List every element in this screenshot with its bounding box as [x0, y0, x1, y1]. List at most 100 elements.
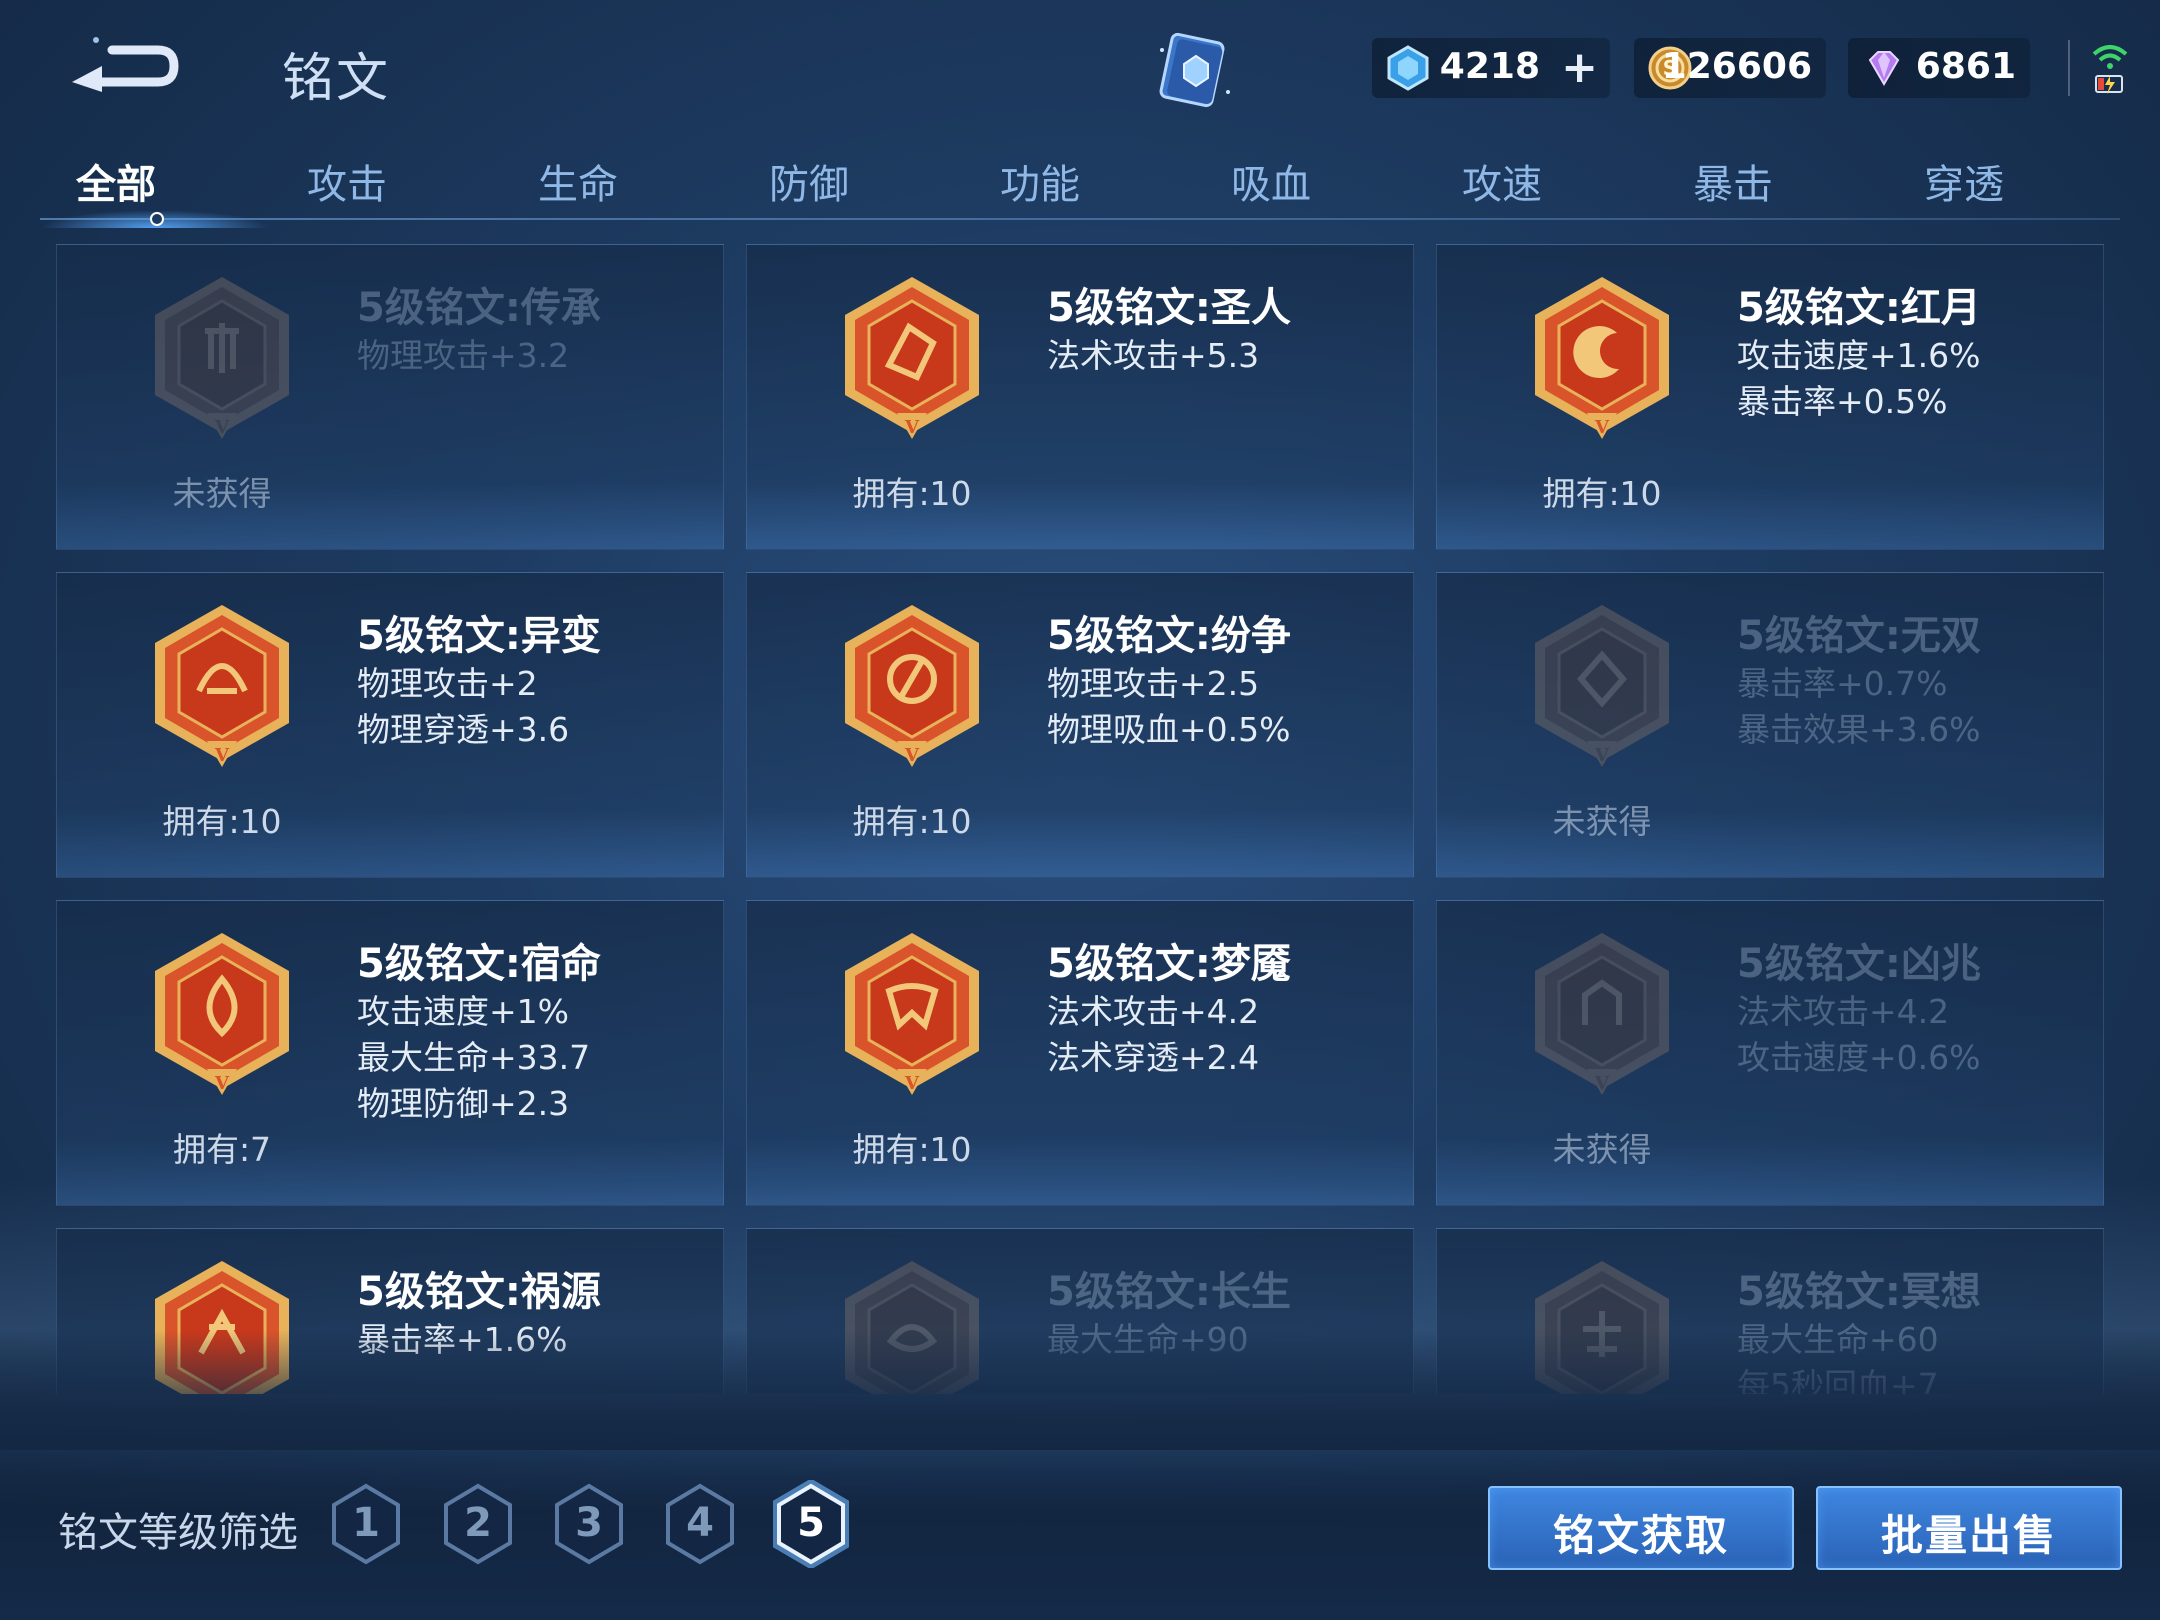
chuancheng-rune-icon: V: [147, 273, 297, 443]
tab-1[interactable]: 攻击: [272, 152, 422, 210]
level-filter-1[interactable]: 1: [328, 1480, 404, 1568]
rune-stat-line: 最大生命+33.7: [357, 1038, 591, 1077]
tab-3[interactable]: 防御: [734, 152, 884, 210]
gem-currency: 6861: [1848, 38, 2030, 98]
rune-owned-count: 未获得: [172, 474, 272, 513]
fenzheng-rune-icon: V: [837, 601, 987, 771]
tab-7[interactable]: 暴击: [1658, 152, 1808, 210]
rune-owned-count: 拥有:10: [162, 802, 282, 841]
rune-card[interactable]: V 5级铭文:异变物理攻击+2 物理穿透+3.6 拥有:10: [56, 572, 724, 878]
rune-name: 5级铭文:冥想: [1737, 1269, 1981, 1315]
rune-owned-count: 拥有:10: [852, 474, 972, 513]
bulk-sell-label: 批量出售: [1880, 1511, 2057, 1560]
rune-stats: 法术攻击+5.3: [1047, 333, 1259, 379]
rune-card[interactable]: V 5级铭文:宿命 攻击速度+1% 最大生命+33.7 物理防御+2.3 拥有:7: [56, 900, 724, 1206]
hongyue-rune-icon: V: [1527, 273, 1677, 443]
wifi-battery-icon: [2092, 45, 2128, 94]
tab-8[interactable]: 穿透: [1889, 152, 2039, 210]
rune-stats: 法术攻击+4.2 攻击速度+0.6%: [1737, 989, 1981, 1081]
rune-stats: 法术攻击+4.2 法术穿透+2.4: [1047, 989, 1259, 1081]
back-arrow-icon[interactable]: [62, 30, 180, 100]
level-number: 5: [797, 1500, 825, 1546]
svg-text:V: V: [904, 1073, 920, 1094]
rune-card[interactable]: V 5级铭文:圣人 法术攻击+5.3 拥有:10: [746, 244, 1414, 550]
rune-name: 5级铭文:异变: [357, 613, 601, 659]
svg-text:V: V: [1594, 1073, 1610, 1094]
gem-icon: [1868, 51, 1900, 86]
level-filter-label: 铭文等级筛选: [58, 1510, 298, 1556]
rune-stat-line: 物理攻击+2.5: [1047, 664, 1260, 703]
svg-text:V: V: [1594, 745, 1610, 766]
rune-stat-line: 物理吸血+0.5%: [1047, 710, 1291, 749]
tab-6[interactable]: 攻速: [1427, 152, 1577, 210]
rune-owned-count: 拥有:10: [852, 802, 972, 841]
rune-name: 5级铭文:纷争: [1047, 613, 1291, 659]
rune-stat-line: 物理穿透+3.6: [357, 710, 570, 749]
rune-stat-line: 暴击率+0.5%: [1737, 382, 1948, 421]
svg-text:V: V: [904, 417, 920, 438]
level-filter-2[interactable]: 2: [440, 1480, 516, 1568]
rune-owned-count: 拥有:10: [852, 1130, 972, 1169]
rune-book-icon[interactable]: [1148, 28, 1240, 114]
gold-count: 126606: [1661, 46, 1812, 87]
rune-name: 5级铭文:圣人: [1047, 285, 1291, 331]
rune-stats: 攻击速度+1% 最大生命+33.7 物理防御+2.3: [357, 989, 590, 1127]
rune-card[interactable]: V 5级铭文:凶兆法术攻击+4.2 攻击速度+0.6% 未获得: [1436, 900, 2104, 1206]
tab-0[interactable]: 全部: [41, 152, 191, 210]
tab-2[interactable]: 生命: [503, 152, 653, 210]
rune-grid: V 5级铭文:传承物理攻击+3.2 未获得 V 5级铭文:圣人 法术攻击+5.3 拥有:10…: [56, 244, 2106, 1394]
shengren-rune-icon: V: [837, 273, 987, 443]
rune-stat-line: 法术穿透+2.4: [1047, 1038, 1260, 1077]
grid-fade: [0, 1330, 2160, 1450]
svg-text:V: V: [214, 745, 230, 766]
rune-card[interactable]: V 5级铭文:纷争物理攻击+2.5 物理吸血+0.5% 拥有:10: [746, 572, 1414, 878]
rune-stat-line: 暴击率+0.7%: [1737, 664, 1948, 703]
svg-text:V: V: [214, 417, 230, 438]
rune-name: 5级铭文:无双: [1737, 613, 1981, 659]
diamond-icon: [1387, 45, 1429, 91]
gold-currency: S 126606: [1634, 38, 1826, 98]
level-number: 3: [575, 1500, 603, 1546]
level-number: 2: [464, 1500, 492, 1546]
level-filter-3[interactable]: 3: [551, 1480, 627, 1568]
rune-stat-line: 物理攻击+2: [357, 664, 538, 703]
rune-card[interactable]: V 5级铭文:红月 攻击速度+1.6% 暴击率+0.5% 拥有:10: [1436, 244, 2104, 550]
mengyan-rune-icon: V: [837, 929, 987, 1099]
bulk-sell-button[interactable]: 批量出售: [1816, 1486, 2122, 1570]
rune-owned-count: 未获得: [1552, 802, 1652, 841]
diamond-count: 4218: [1439, 46, 1540, 87]
rune-stats: 物理攻击+3.2: [357, 333, 569, 379]
rune-card[interactable]: V 5级铭文:无双暴击率+0.7% 暴击效果+3.6% 未获得: [1436, 572, 2104, 878]
active-tab-indicator: [150, 212, 164, 226]
svg-text:V: V: [904, 745, 920, 766]
level-filter-5[interactable]: 5: [772, 1478, 850, 1570]
rune-stat-line: 攻击速度+0.6%: [1737, 1038, 1981, 1077]
add-currency-button[interactable]: +: [1561, 46, 1598, 90]
rune-owned-count: 拥有:7: [172, 1130, 272, 1169]
svg-text:V: V: [1594, 417, 1610, 438]
gem-count: 6861: [1915, 46, 2016, 87]
rune-name: 5级铭文:凶兆: [1737, 941, 1981, 987]
wushuang-rune-icon: V: [1527, 601, 1677, 771]
rune-stat-line: 暴击效果+3.6%: [1737, 710, 1981, 749]
rune-stat-line: 攻击速度+1.6%: [1737, 336, 1981, 375]
tab-5[interactable]: 吸血: [1196, 152, 1346, 210]
rune-owned-count: 未获得: [1552, 1130, 1652, 1169]
rune-stat-line: 法术攻击+4.2: [1737, 992, 1950, 1031]
rune-name: 5级铭文:传承: [357, 285, 601, 331]
rune-name: 5级铭文:祸源: [357, 1269, 601, 1315]
diamond-currency: 4218 +: [1372, 38, 1610, 98]
rune-card[interactable]: V 5级铭文:梦魇 法术攻击+4.2 法术穿透+2.4 拥有:10: [746, 900, 1414, 1206]
category-tabs: 全部 攻击 生命 防御 功能 吸血 攻速 暴击 穿透: [40, 140, 2120, 230]
rune-stat-line: 物理防御+2.3: [357, 1084, 570, 1123]
tab-4[interactable]: 功能: [965, 152, 1115, 210]
yibian-rune-icon: V: [147, 601, 297, 771]
get-rune-button[interactable]: 铭文获取: [1488, 1486, 1794, 1570]
rune-stat-line: 物理攻击+3.2: [357, 336, 570, 375]
level-number: 1: [352, 1500, 380, 1546]
level-filter-4[interactable]: 4: [662, 1480, 738, 1568]
rune-name: 5级铭文:梦魇: [1047, 941, 1291, 987]
rune-card[interactable]: V 5级铭文:传承物理攻击+3.2 未获得: [56, 244, 724, 550]
suming-rune-icon: V: [147, 929, 297, 1099]
tab-underline: [40, 218, 2120, 220]
